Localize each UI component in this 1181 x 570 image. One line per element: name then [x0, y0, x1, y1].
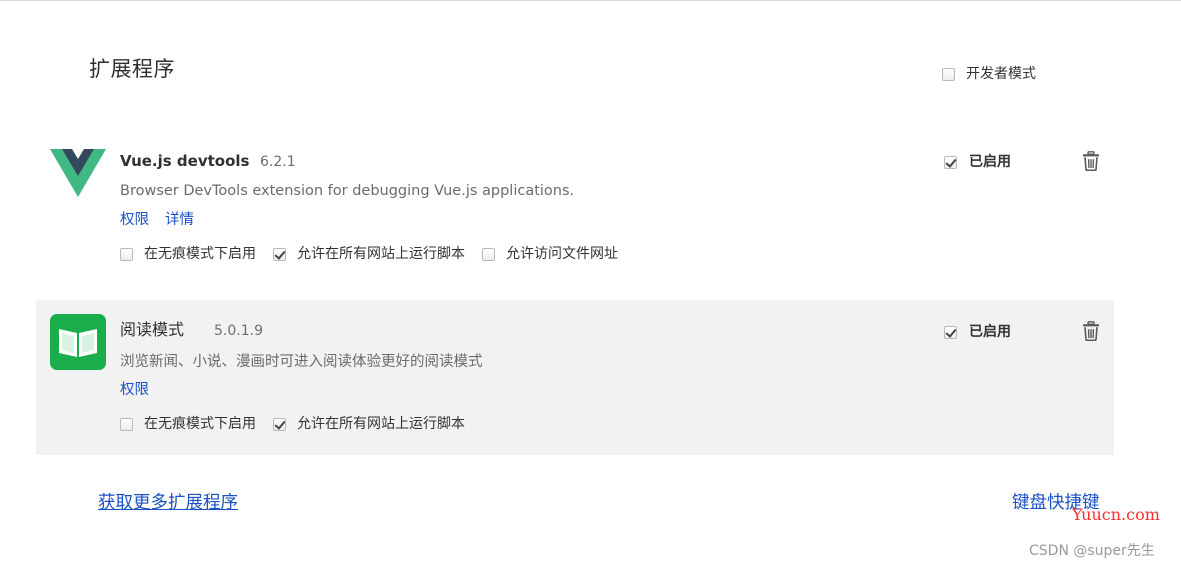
enabled-toggle[interactable]: 已启用 — [944, 323, 1011, 341]
option-all-sites[interactable]: 允许在所有网站上运行脚本 — [273, 415, 465, 433]
details-link[interactable]: 详情 — [165, 210, 194, 230]
trash-icon[interactable] — [1082, 151, 1100, 171]
site-watermark: Yuucn.com — [1072, 505, 1160, 524]
get-more-extensions-link[interactable]: 获取更多扩展程序 — [98, 491, 238, 515]
csdn-watermark: CSDN @super先生 — [1029, 543, 1155, 559]
enabled-label: 已启用 — [969, 324, 1011, 340]
incognito-checkbox[interactable] — [120, 247, 133, 261]
extension-links: 权限 详情 — [120, 210, 194, 230]
developer-mode-toggle[interactable]: 开发者模式 — [942, 65, 1036, 83]
extension-version: 5.0.1.9 — [214, 323, 263, 339]
top-divider — [0, 0, 1181, 1]
option-incognito[interactable]: 在无痕模式下启用 — [120, 415, 256, 433]
option-label: 允许在所有网站上运行脚本 — [297, 246, 465, 262]
option-label: 在无痕模式下启用 — [144, 246, 256, 262]
extension-name: Vue.js devtools — [120, 152, 250, 170]
trash-icon[interactable] — [1082, 321, 1100, 341]
page-title: 扩展程序 — [89, 57, 175, 81]
extension-version: 6.2.1 — [260, 154, 296, 170]
permissions-link[interactable]: 权限 — [120, 210, 149, 230]
file-urls-checkbox[interactable] — [482, 247, 495, 261]
enabled-checkbox[interactable] — [944, 155, 957, 169]
developer-mode-checkbox[interactable] — [942, 67, 955, 81]
option-label: 允许在所有网站上运行脚本 — [297, 416, 465, 432]
extension-item-reading-mode: 阅读模式 5.0.1.9 浏览新闻、小说、漫画时可进入阅读体验更好的阅读模式 权… — [36, 300, 1114, 455]
incognito-checkbox[interactable] — [120, 417, 133, 431]
all-sites-checkbox[interactable] — [273, 417, 286, 431]
option-all-sites[interactable]: 允许在所有网站上运行脚本 — [273, 245, 465, 263]
option-label: 在无痕模式下启用 — [144, 416, 256, 432]
extension-item-vue-devtools: Vue.js devtools 6.2.1 Browser DevTools e… — [36, 129, 1114, 285]
permissions-link[interactable]: 权限 — [120, 380, 149, 400]
extension-description: 浏览新闻、小说、漫画时可进入阅读体验更好的阅读模式 — [120, 354, 483, 370]
enabled-toggle[interactable]: 已启用 — [944, 153, 1011, 171]
reading-mode-book-icon — [50, 314, 106, 370]
all-sites-checkbox[interactable] — [273, 247, 286, 261]
vue-logo-icon — [50, 149, 106, 197]
option-file-urls[interactable]: 允许访问文件网址 — [482, 245, 618, 263]
developer-mode-label: 开发者模式 — [966, 66, 1036, 82]
extension-options: 在无痕模式下启用 允许在所有网站上运行脚本 — [120, 415, 482, 433]
enabled-label: 已启用 — [969, 154, 1011, 170]
extension-options: 在无痕模式下启用 允许在所有网站上运行脚本 允许访问文件网址 — [120, 245, 635, 263]
extension-name: 阅读模式 — [120, 320, 185, 339]
option-incognito[interactable]: 在无痕模式下启用 — [120, 245, 256, 263]
option-label: 允许访问文件网址 — [506, 246, 618, 262]
extension-links: 权限 — [120, 380, 149, 400]
enabled-checkbox[interactable] — [944, 325, 957, 339]
extension-description: Browser DevTools extension for debugging… — [120, 183, 575, 199]
